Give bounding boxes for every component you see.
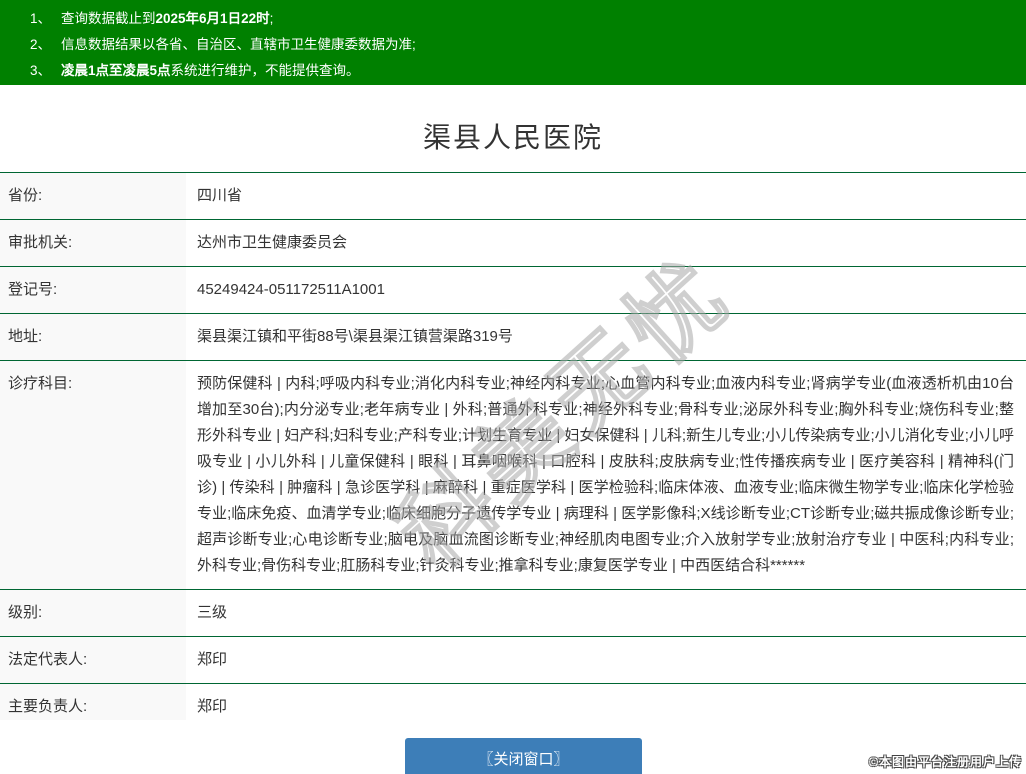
notice-number: 3、 [30, 63, 52, 78]
notice-bold-text: 2025年6月1日22时 [155, 11, 270, 26]
upload-credit-watermark: ©本图由平台注册用户上传 [869, 755, 1022, 769]
notice-line-2: 2、 信息数据结果以各省、自治区、直辖市卫生健康委数据为准; [30, 32, 1026, 58]
notice-number: 2、 [30, 37, 52, 52]
table-row-person-in-charge: 主要负责人: 郑印 [0, 684, 1026, 720]
row-value: 郑印 [197, 651, 228, 668]
row-label: 主要负责人: [0, 684, 186, 720]
notice-text: ; [269, 11, 274, 26]
row-label: 审批机关: [0, 220, 186, 266]
row-label: 法定代表人: [0, 637, 186, 683]
row-label: 级别: [0, 590, 186, 636]
row-value: 四川省 [197, 187, 243, 204]
query-result-page: 1、 查询数据截止到2025年6月1日22时; 2、 信息数据结果以各省、自治区、直… [0, 0, 1026, 720]
notice-text: 信息数据结果以各省、自治区、直辖市卫生健康委数据为准; [61, 37, 416, 52]
notice-text: 系统进行维护，不能提供查询。 [170, 63, 360, 78]
row-value: 预防保健科 | 内科;呼吸内科专业;消化内科专业;神经内科专业;心血管内科专业;… [197, 375, 1014, 574]
notice-line-1: 1、 查询数据截止到2025年6月1日22时; [30, 6, 1026, 32]
notice-line-3: 3、 凌晨1点至凌晨5点系统进行维护，不能提供查询。 [30, 58, 1026, 84]
table-row-level: 级别: 三级 [0, 590, 1026, 637]
notice-header: 1、 查询数据截止到2025年6月1日22时; 2、 信息数据结果以各省、自治区、直… [0, 0, 1026, 85]
row-label: 登记号: [0, 267, 186, 313]
table-row-registration-number: 登记号: 45249424-051172511A1001 [0, 267, 1026, 314]
row-label: 诊疗科目: [0, 361, 186, 589]
close-window-button[interactable]: 〖关闭窗口〗 [405, 738, 642, 774]
hospital-info-table: 省份: 四川省 审批机关: 达州市卫生健康委员会 登记号: 45249424-0… [0, 172, 1026, 720]
notice-bold-text: 凌晨1点至凌晨5点 [61, 63, 171, 78]
table-row-legal-representative: 法定代表人: 郑印 [0, 637, 1026, 684]
hospital-name-title: 渠县人民医院 [422, 122, 603, 153]
title-area: 渠县人民医院 [0, 85, 1026, 172]
table-row-medical-subjects: 诊疗科目: 预防保健科 | 内科;呼吸内科专业;消化内科专业;神经内科专业;心血… [0, 361, 1026, 590]
notice-number: 1、 [30, 11, 52, 26]
row-label: 省份: [0, 173, 186, 219]
table-row-approval-authority: 审批机关: 达州市卫生健康委员会 [0, 220, 1026, 267]
row-value: 郑印 [197, 698, 228, 715]
row-value: 达州市卫生健康委员会 [197, 234, 348, 251]
row-value: 三级 [197, 604, 228, 621]
table-row-province: 省份: 四川省 [0, 173, 1026, 220]
notice-text: 查询数据截止到 [61, 11, 156, 26]
row-value: 渠县渠江镇和平街88号\渠县渠江镇营渠路319号 [197, 328, 513, 345]
row-label: 地址: [0, 314, 186, 360]
table-row-address: 地址: 渠县渠江镇和平街88号\渠县渠江镇营渠路319号 [0, 314, 1026, 361]
row-value: 45249424-051172511A1001 [197, 281, 385, 298]
